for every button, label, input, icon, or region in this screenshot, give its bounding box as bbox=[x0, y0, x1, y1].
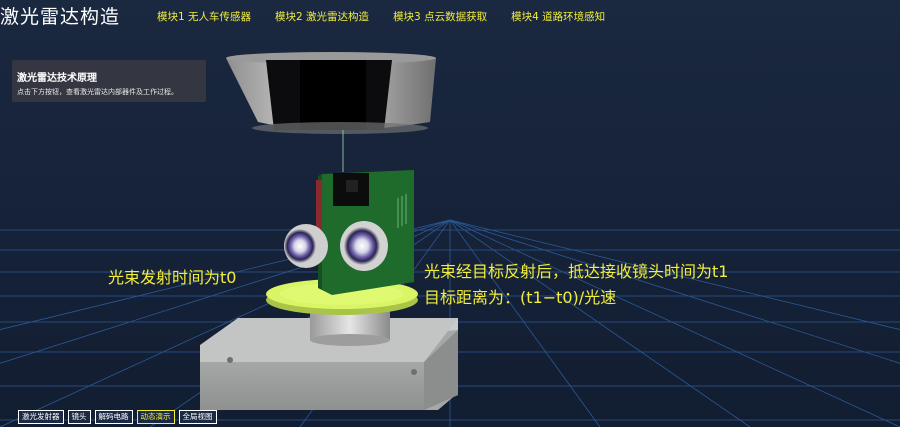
emitter-lens bbox=[284, 224, 328, 268]
info-panel-title: 激光雷达技术原理 bbox=[17, 73, 97, 84]
module-nav: 模块1 无人车传感器 模块2 激光雷达构造 模块3 点云数据获取 模块4 道路环… bbox=[157, 9, 629, 24]
decoder-circuit-button[interactable]: 解码电路 bbox=[94, 410, 133, 424]
nav-module-2[interactable]: 模块2 激光雷达构造 bbox=[275, 9, 369, 24]
view-toolbar: 激光发射器 镜头 解码电路 动态演示 全局视图 bbox=[18, 410, 217, 424]
nav-module-3[interactable]: 模块3 点云数据获取 bbox=[393, 9, 487, 24]
receiver-lens bbox=[340, 221, 388, 271]
distance-formula-annotation: 目标距离为：(t1−t0)/光速 bbox=[424, 288, 617, 307]
nav-module-4[interactable]: 模块4 道路环境感知 bbox=[511, 9, 605, 24]
laser-emitter-button[interactable]: 激光发射器 bbox=[18, 410, 64, 424]
dynamic-demo-button[interactable]: 动态演示 bbox=[136, 410, 175, 424]
receive-time-annotation: 光束经目标反射后，抵达接收镜头时间为t1 bbox=[424, 262, 729, 281]
nav-module-1[interactable]: 模块1 无人车传感器 bbox=[157, 9, 251, 24]
info-panel-description: 点击下方按钮，查看激光雷达内部器件及工作过程。 bbox=[17, 88, 178, 96]
global-view-button[interactable]: 全局视图 bbox=[178, 410, 217, 424]
info-panel: 激光雷达技术原理 点击下方按钮，查看激光雷达内部器件及工作过程。 bbox=[12, 60, 206, 102]
emit-time-annotation: 光束发射时间为t0 bbox=[108, 268, 237, 287]
top-navigation-bar: 激光雷达构造 模块1 无人车传感器 模块2 激光雷达构造 模块3 点云数据获取 … bbox=[0, 0, 900, 32]
lens-button[interactable]: 镜头 bbox=[67, 410, 91, 424]
app-title: 激光雷达构造 bbox=[0, 6, 121, 28]
